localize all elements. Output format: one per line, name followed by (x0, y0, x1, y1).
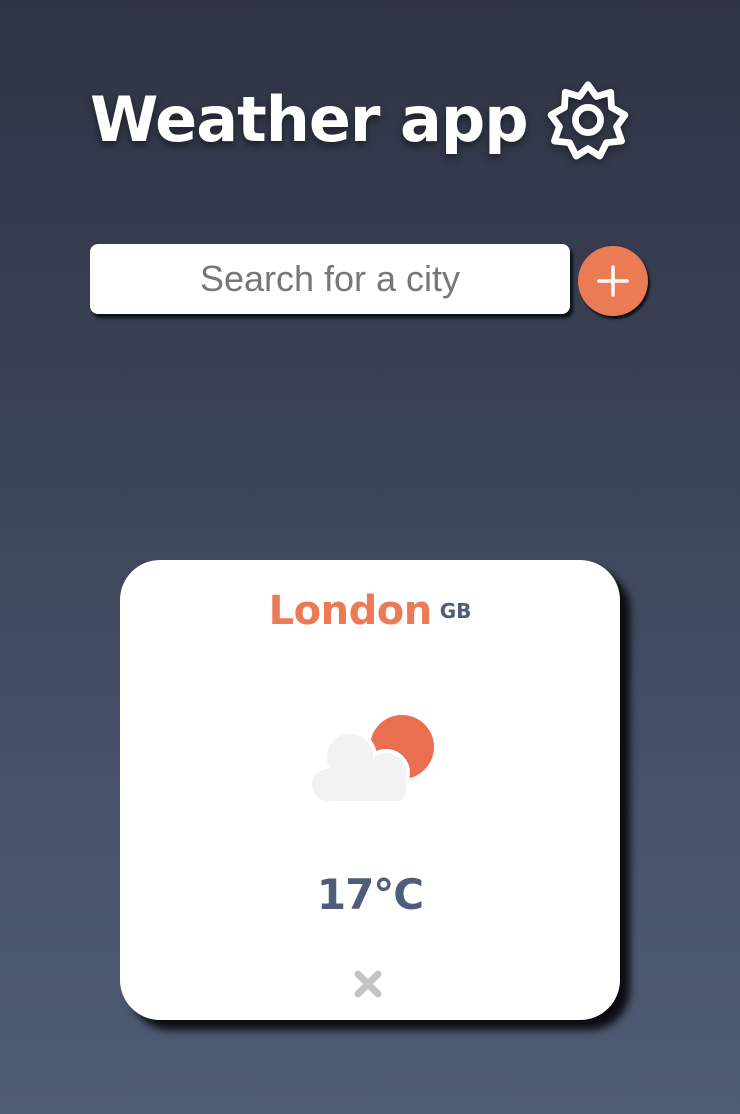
plus-icon (597, 265, 629, 297)
city-name: London (268, 588, 433, 634)
gear-icon[interactable] (546, 78, 630, 162)
app-title: Weather app (90, 83, 529, 156)
app-header: Weather app (90, 78, 630, 162)
partly-cloudy-icon (312, 715, 434, 801)
country-code: GB (439, 598, 472, 623)
city-header: London GB (120, 588, 620, 634)
city-card: London GB 17°C (120, 560, 620, 1020)
add-city-button[interactable] (578, 246, 648, 316)
close-icon (354, 970, 382, 998)
remove-city-button[interactable] (352, 968, 384, 1000)
search-input[interactable] (90, 244, 570, 314)
temperature: 17°C (316, 870, 424, 919)
